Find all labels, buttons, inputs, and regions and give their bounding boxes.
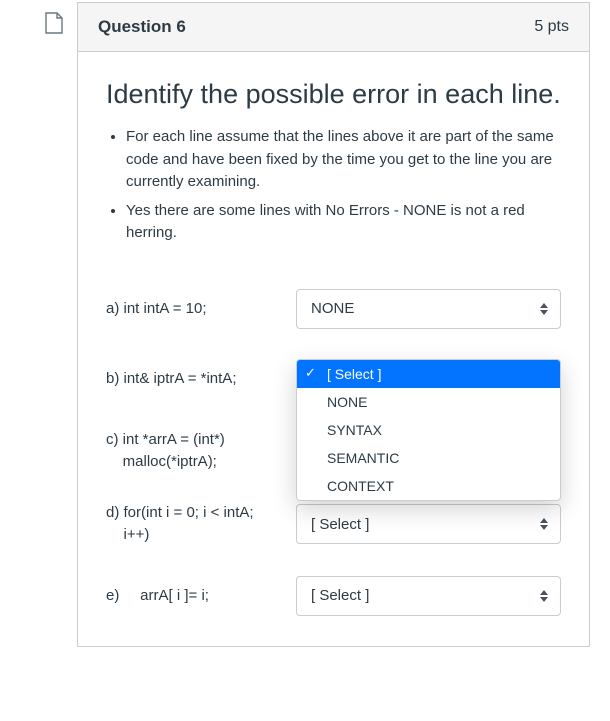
prompt-title: Identify the possible error in each line… <box>106 76 561 112</box>
row-e-label: e) arrA[ i ]= i; <box>106 585 296 608</box>
dropdown-menu: ✓ [ Select ] NONE SYNTAX SEMANTIC CONTEX… <box>296 359 561 501</box>
dropdown-option-context[interactable]: CONTEXT <box>297 472 560 500</box>
select-a-value: NONE <box>311 300 354 317</box>
row-c-label: c) int *arrA = (int*) malloc(*iptrA); <box>106 429 296 473</box>
row-d: d) for(int i = 0; i < intA; i++) [ Selec… <box>106 502 561 546</box>
row-a-label: a) int intA = 10; <box>106 298 296 321</box>
question-title: Question 6 <box>98 17 186 37</box>
question-card: Question 6 5 pts Identify the possible e… <box>77 2 590 647</box>
row-d-label: d) for(int i = 0; i < intA; i++) <box>106 502 296 546</box>
instructions-list: For each line assume that the lines abov… <box>106 126 561 245</box>
card-header: Question 6 5 pts <box>78 3 589 52</box>
dropdown-option-semantic[interactable]: SEMANTIC <box>297 444 560 472</box>
select-e[interactable]: [ Select ] <box>296 576 561 616</box>
dropdown-option-syntax[interactable]: SYNTAX <box>297 416 560 444</box>
chevron-updown-icon <box>540 303 548 315</box>
select-d-value: [ Select ] <box>311 516 369 533</box>
row-e: e) arrA[ i ]= i; [ Select ] <box>106 576 561 616</box>
row-a: a) int intA = 10; NONE <box>106 289 561 329</box>
row-b-label: b) int& iptrA = *intA; <box>106 368 296 391</box>
dropdown-option-none[interactable]: NONE <box>297 388 560 416</box>
chevron-updown-icon <box>540 590 548 602</box>
select-a[interactable]: NONE <box>296 289 561 329</box>
question-points: 5 pts <box>534 18 569 36</box>
page-outline-icon <box>45 12 63 34</box>
chevron-updown-icon <box>540 518 548 530</box>
row-b: b) int& iptrA = *intA; [ Select ] ✓ [ Se… <box>106 359 561 399</box>
select-e-value: [ Select ] <box>311 587 369 604</box>
instruction-item: Yes there are some lines with No Errors … <box>126 200 561 245</box>
card-body: Identify the possible error in each line… <box>78 52 589 646</box>
check-icon: ✓ <box>305 365 316 381</box>
select-d[interactable]: [ Select ] <box>296 504 561 544</box>
instruction-item: For each line assume that the lines abov… <box>126 126 561 194</box>
dropdown-option-select[interactable]: ✓ [ Select ] <box>297 360 560 388</box>
